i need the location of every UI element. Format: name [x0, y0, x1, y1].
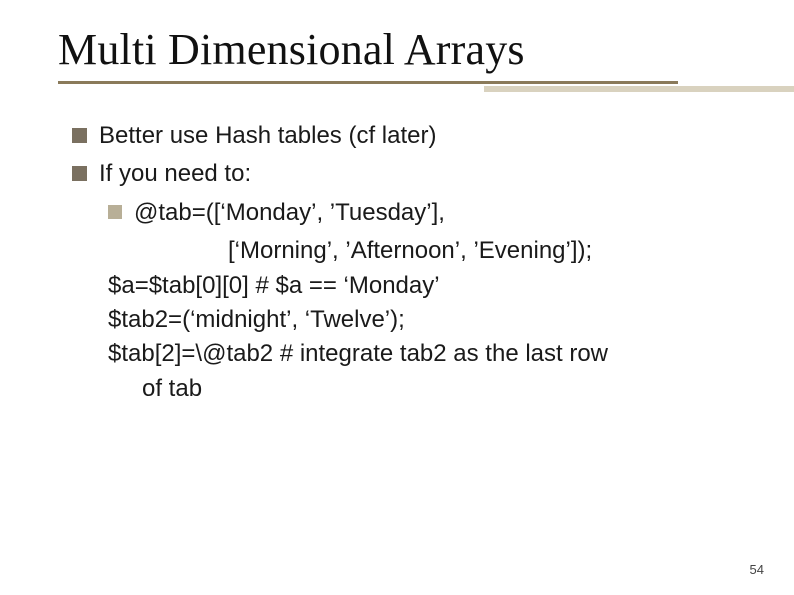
- bullet-item: If you need to:: [72, 158, 732, 190]
- square-bullet-icon: [72, 128, 87, 143]
- sub-bullet-item: @tab=([‘Monday’, ’Tuesday’],: [108, 197, 732, 229]
- bullet-text: Better use Hash tables (cf later): [99, 120, 436, 152]
- slide: Multi Dimensional Arrays Better use Hash…: [0, 0, 794, 595]
- code-text: $a=$tab[0][0] # $a == ‘Monday’: [108, 270, 732, 302]
- slide-body: Better use Hash tables (cf later) If you…: [72, 120, 732, 407]
- page-number: 54: [750, 562, 764, 577]
- code-text: [‘Morning’, ’Afternoon’, ’Evening’]);: [228, 235, 732, 267]
- title-underline: [58, 81, 678, 84]
- code-text: $tab[2]=\@tab2 # integrate tab2 as the l…: [108, 338, 732, 370]
- square-bullet-icon: [108, 205, 122, 219]
- code-text: $tab2=(‘midnight’, ‘Twelve’);: [108, 304, 732, 336]
- sub-bullet-block: @tab=([‘Monday’, ’Tuesday’], [‘Morning’,…: [108, 197, 732, 268]
- code-text: of tab: [142, 373, 732, 405]
- square-bullet-icon: [72, 166, 87, 181]
- code-text: @tab=([‘Monday’, ’Tuesday’],: [134, 197, 445, 229]
- title-block: Multi Dimensional Arrays: [58, 24, 738, 84]
- code-block: $a=$tab[0][0] # $a == ‘Monday’ $tab2=(‘m…: [108, 270, 732, 406]
- bullet-text: If you need to:: [99, 158, 251, 190]
- accent-rule: [484, 86, 794, 92]
- slide-title: Multi Dimensional Arrays: [58, 24, 738, 75]
- bullet-item: Better use Hash tables (cf later): [72, 120, 732, 152]
